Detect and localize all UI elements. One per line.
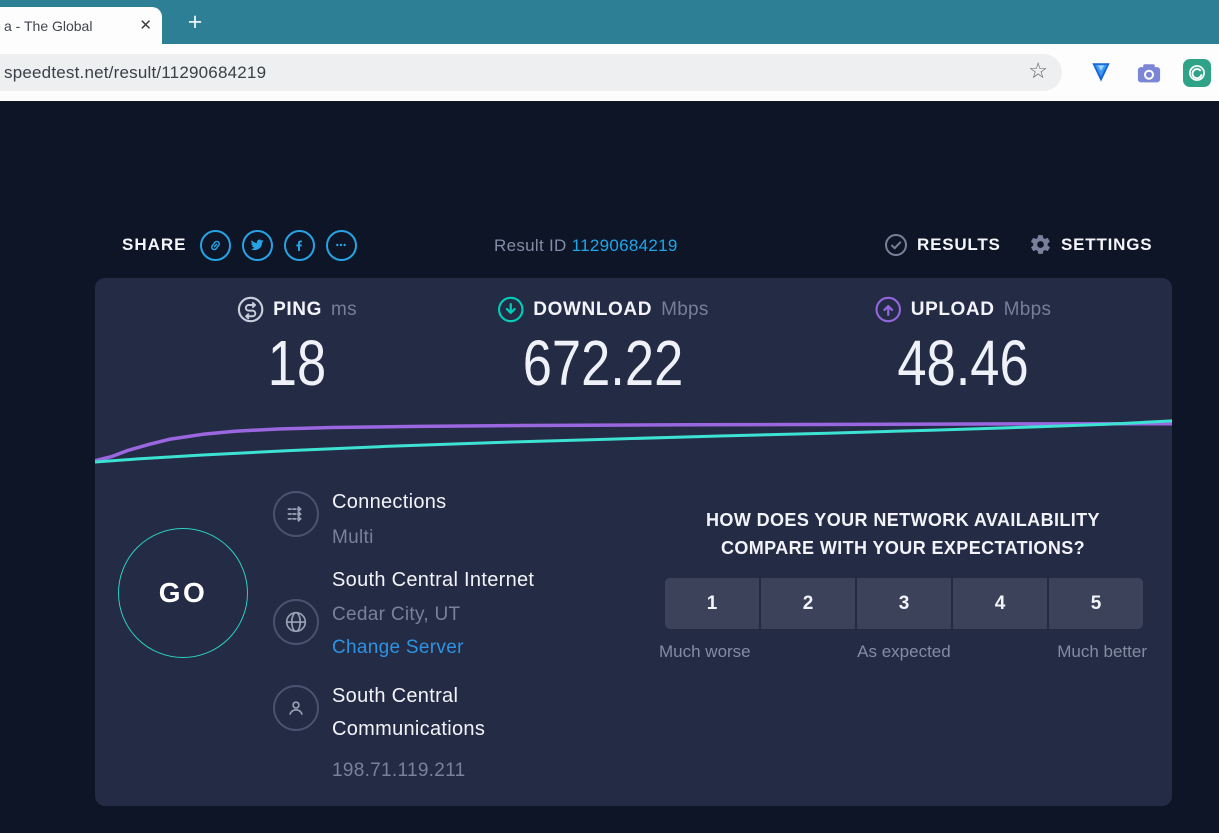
ping-value: 18 <box>248 327 346 401</box>
go-button[interactable]: GO <box>118 528 248 658</box>
connections-value: Multi <box>332 527 446 549</box>
url-text: speedtest.net/result/11290684219 <box>0 63 266 83</box>
scale-label-low: Much worse <box>659 642 751 662</box>
tab-close-icon[interactable]: ✕ <box>139 18 152 33</box>
bookmark-star-icon[interactable]: ☆ <box>1028 58 1048 84</box>
survey-question-line1: HOW DOES YOUR NETWORK AVAILABILITY <box>643 506 1163 534</box>
download-value: 672.22 <box>516 327 689 401</box>
isp-name: South Central Communications <box>332 680 552 746</box>
speed-graph <box>95 415 1172 465</box>
results-button[interactable]: RESULTS <box>884 233 1001 257</box>
vpn-extension-icon[interactable] <box>1086 58 1116 88</box>
download-unit: Mbps <box>661 299 709 321</box>
survey-question-line2: COMPARE WITH YOUR EXPECTATIONS? <box>643 534 1163 562</box>
speedtest-result-page: SHARE Result ID 11290684219 <box>0 101 1219 833</box>
recorder-extension-icon[interactable] <box>1182 58 1212 88</box>
server-info: South Central Internet Cedar City, UT Ch… <box>332 568 534 659</box>
go-label: GO <box>159 577 208 609</box>
connections-info: Connections Multi <box>332 490 446 549</box>
scale-label-high: Much better <box>1057 642 1147 662</box>
rating-button-4[interactable]: 4 <box>953 578 1047 629</box>
upload-stat: UPLOAD Mbps 48.46 <box>875 296 1052 401</box>
ping-label: PING <box>273 299 322 321</box>
results-label: RESULTS <box>917 235 1001 255</box>
address-bar[interactable]: speedtest.net/result/11290684219 ☆ <box>0 54 1062 91</box>
new-tab-icon[interactable]: + <box>178 6 212 38</box>
tab-title: a - The Global <box>4 18 133 34</box>
download-curve <box>95 421 1172 462</box>
upload-curve <box>95 424 1172 461</box>
share-row: SHARE <box>122 228 357 262</box>
rating-scale-labels: Much worse As expected Much better <box>659 642 1147 662</box>
check-circle-icon <box>884 233 908 257</box>
browser-toolbar: speedtest.net/result/11290684219 ☆ <box>0 44 1219 101</box>
more-share-icon[interactable] <box>326 230 357 261</box>
camera-extension-icon[interactable] <box>1134 58 1164 88</box>
person-icon <box>273 685 319 731</box>
ping-icon <box>237 296 264 323</box>
upload-label: UPLOAD <box>911 299 995 321</box>
isp-ip: 198.71.119.211 <box>332 760 552 782</box>
gear-icon <box>1029 233 1052 256</box>
settings-button[interactable]: SETTINGS <box>1029 233 1152 256</box>
connections-label: Connections <box>332 490 446 514</box>
upload-unit: Mbps <box>1004 299 1052 321</box>
download-icon <box>497 296 524 323</box>
survey-question: HOW DOES YOUR NETWORK AVAILABILITY COMPA… <box>643 506 1163 562</box>
change-server-link[interactable]: Change Server <box>332 637 534 659</box>
rating-bar: 1 2 3 4 5 <box>665 578 1143 629</box>
result-panel: PING ms 18 DOWNLOAD Mbps 672.22 <box>95 278 1172 806</box>
server-location: Cedar City, UT <box>332 604 534 626</box>
browser-tab-bar: a - The Global ✕ + <box>0 0 1219 44</box>
facebook-icon[interactable] <box>284 230 315 261</box>
scale-label-mid: As expected <box>857 642 951 662</box>
download-stat: DOWNLOAD Mbps 672.22 <box>497 296 708 401</box>
rating-button-1[interactable]: 1 <box>665 578 759 629</box>
rating-button-3[interactable]: 3 <box>857 578 951 629</box>
result-id-label: Result ID <box>494 236 567 255</box>
rating-button-2[interactable]: 2 <box>761 578 855 629</box>
download-label: DOWNLOAD <box>533 299 652 321</box>
result-id-value[interactable]: 11290684219 <box>572 236 678 255</box>
rating-button-5[interactable]: 5 <box>1049 578 1143 629</box>
result-id: Result ID 11290684219 <box>494 236 678 256</box>
twitter-icon[interactable] <box>242 230 273 261</box>
ping-stat: PING ms 18 <box>237 296 357 401</box>
share-label: SHARE <box>122 235 187 255</box>
recorder-extension-bg <box>1183 59 1211 87</box>
isp-info: South Central Communications 198.71.119.… <box>332 680 552 782</box>
server-name: South Central Internet <box>332 568 534 592</box>
upload-icon <box>875 296 902 323</box>
browser-tab[interactable]: a - The Global ✕ <box>0 7 162 44</box>
connections-icon <box>273 491 319 537</box>
upload-value: 48.46 <box>891 327 1036 401</box>
settings-label: SETTINGS <box>1061 235 1152 255</box>
copy-link-icon[interactable] <box>200 230 231 261</box>
ping-unit: ms <box>331 299 357 321</box>
globe-icon <box>273 599 319 645</box>
